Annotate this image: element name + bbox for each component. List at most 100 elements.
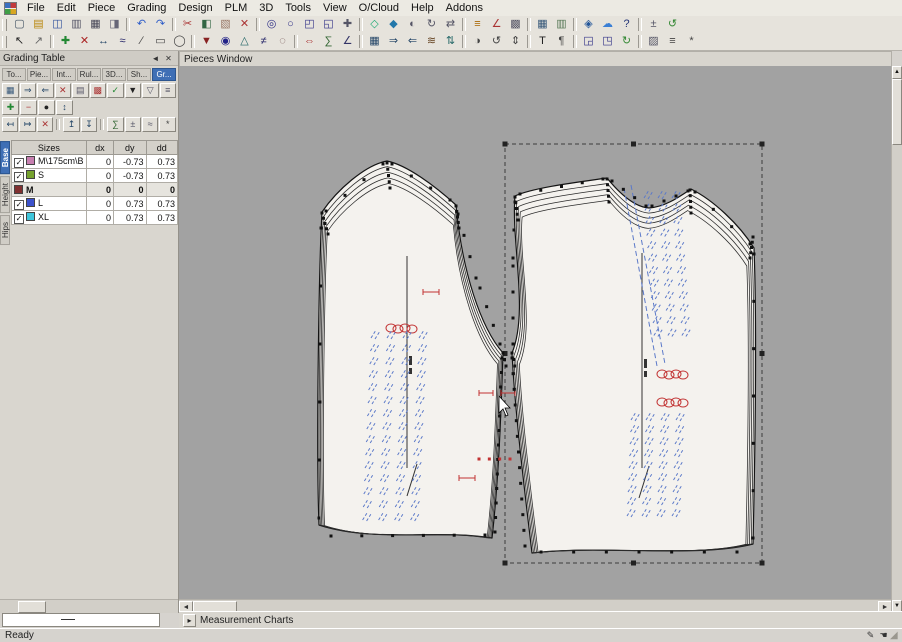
flip-piece-icon[interactable]: ⇄ — [441, 16, 460, 33]
seam-icon[interactable]: ≠ — [254, 33, 273, 50]
canvas-vertical-scrollbar[interactable]: ▲ ▼ — [891, 66, 902, 613]
copy-nest-icon[interactable]: ⇒ — [20, 83, 37, 98]
pan-icon[interactable]: ✚ — [338, 16, 357, 33]
paste-nest-icon[interactable]: ⇐ — [37, 83, 54, 98]
size-row-xl[interactable]: ✓XL00.730.73 — [12, 211, 178, 225]
menu-piece[interactable]: Piece — [82, 1, 122, 16]
line-tool-icon[interactable]: ∕ — [132, 33, 151, 50]
save-icon[interactable]: ◫ — [48, 16, 67, 33]
grade-value-dx[interactable]: 0 — [86, 155, 113, 169]
column-header-dx[interactable]: dx — [86, 141, 113, 155]
perimeter-icon[interactable]: ∑ — [319, 33, 338, 50]
menu-grading[interactable]: Grading — [121, 1, 172, 16]
curve-tool-icon[interactable]: ≈ — [113, 33, 132, 50]
help-icon[interactable]: ? — [617, 16, 636, 33]
delete-point-icon[interactable]: ✕ — [75, 33, 94, 50]
panel-tab-gr[interactable]: Gr... — [152, 68, 176, 81]
grade-value-dd[interactable]: 0.73 — [146, 155, 177, 169]
cut-icon[interactable]: ✂ — [178, 16, 197, 33]
open-file-icon[interactable]: ▤ — [29, 16, 48, 33]
round-values-icon[interactable]: ± — [125, 117, 141, 132]
toolbar-grip[interactable] — [2, 19, 7, 31]
clear-grading-icon[interactable]: ✕ — [55, 83, 72, 98]
paste-grading-icon[interactable]: ⇐ — [403, 33, 422, 50]
undo-icon[interactable]: ↶ — [132, 16, 151, 33]
move-point-icon[interactable]: ↔ — [94, 33, 113, 50]
angle-icon[interactable]: ∠ — [338, 33, 357, 50]
scrollbar-thumb[interactable] — [18, 601, 46, 613]
size-visibility-checkbox[interactable]: ✓ — [14, 158, 24, 168]
grade-value-dy[interactable]: -0.73 — [113, 169, 146, 183]
scrollbar-thumb[interactable] — [892, 79, 902, 145]
text-tool-icon[interactable]: T — [533, 33, 552, 50]
panel-tab-to[interactable]: To... — [2, 68, 26, 81]
delete-grade-icon[interactable]: ✕ — [37, 117, 53, 132]
panel-horizontal-scrollbar[interactable] — [0, 599, 178, 613]
grade-value-dy[interactable]: 0.73 — [113, 211, 146, 225]
size-name-cell[interactable]: M — [12, 183, 87, 197]
zoom-in-icon[interactable]: ◎ — [262, 16, 281, 33]
size-range-icon[interactable]: ↕ — [56, 100, 73, 115]
nest-sizes-icon[interactable]: ≋ — [422, 33, 441, 50]
size-row-l[interactable]: ✓L00.730.73 — [12, 197, 178, 211]
column-header-dy[interactable]: dy — [113, 141, 146, 155]
cloud-icon[interactable]: ☁ — [598, 16, 617, 33]
circle-tool-icon[interactable]: ◯ — [170, 33, 189, 50]
rotate-tool-icon[interactable]: ↺ — [487, 33, 506, 50]
size-visibility-checkbox[interactable]: ✓ — [14, 200, 24, 210]
side-tab-base[interactable]: Base — [0, 141, 10, 174]
pattern-piece-front[interactable] — [512, 178, 756, 553]
3d-window-icon[interactable]: ◈ — [579, 16, 598, 33]
size-list-icon[interactable]: ▦ — [2, 83, 19, 98]
dart-icon[interactable]: △ — [235, 33, 254, 50]
mirror-piece-icon[interactable]: ◐ — [403, 16, 422, 33]
size-name-cell[interactable]: ✓L — [12, 197, 87, 211]
column-header-dd[interactable]: dd — [146, 141, 177, 155]
close-icon[interactable]: ✕ — [162, 52, 175, 65]
menu-file[interactable]: File — [21, 1, 51, 16]
grade-value-dy[interactable]: 0.73 — [113, 197, 146, 211]
grade-value-dx[interactable]: 0 — [86, 197, 113, 211]
refresh-icon[interactable]: ↺ — [663, 16, 682, 33]
rotate-piece-icon[interactable]: ↻ — [422, 16, 441, 33]
new-piece-icon[interactable]: ◇ — [365, 16, 384, 33]
size-name-cell[interactable]: ✓XL — [12, 211, 87, 225]
grade-value-dx[interactable]: 0 — [86, 211, 113, 225]
align-icon[interactable]: ⇕ — [506, 33, 525, 50]
lasso-select-icon[interactable]: ↗ — [29, 33, 48, 50]
annotation-icon[interactable]: ¶ — [552, 33, 571, 50]
walk-pieces-icon[interactable]: ⇅ — [441, 33, 460, 50]
grade-value-dd[interactable]: 0 — [146, 183, 177, 197]
grade-dx-right-icon[interactable]: ↦ — [19, 117, 35, 132]
remove-size-icon[interactable]: − — [20, 100, 37, 115]
collapsed-panel[interactable] — [2, 613, 160, 627]
select-icon[interactable]: ↖ — [10, 33, 29, 50]
more-options-dropdown-icon[interactable]: ▼ — [125, 83, 142, 98]
drill-hole-icon[interactable]: ◉ — [216, 33, 235, 50]
panel-tab-int[interactable]: Int... — [52, 68, 76, 81]
snap-icon[interactable]: ± — [644, 16, 663, 33]
pattern-canvas[interactable] — [179, 66, 892, 600]
menu-3d[interactable]: 3D — [253, 1, 279, 16]
menu-tools[interactable]: Tools — [279, 1, 317, 16]
edit-mode-icon[interactable]: ✎ — [864, 630, 877, 641]
menu-addons[interactable]: Addons — [440, 1, 489, 16]
zoom-fit-icon[interactable]: ◰ — [300, 16, 319, 33]
pattern-piece-back[interactable] — [318, 161, 503, 538]
zoom-previous-icon[interactable]: ◱ — [319, 16, 338, 33]
grid-icon[interactable]: ▩ — [506, 16, 525, 33]
side-tab-height[interactable]: Height — [0, 176, 10, 213]
column-header-sizes[interactable]: Sizes — [12, 141, 87, 155]
copy-grading-icon[interactable]: ⇒ — [384, 33, 403, 50]
measure-distance-icon[interactable]: ⇔ — [300, 33, 319, 50]
size-visibility-checkbox[interactable]: ✓ — [14, 214, 24, 224]
grade-value-dx[interactable]: 0 — [86, 183, 113, 197]
size-chart-icon[interactable]: ▥ — [552, 16, 571, 33]
dock-pin-icon[interactable]: ◄ — [149, 52, 162, 65]
pan-mode-icon[interactable]: ☚ — [877, 630, 890, 641]
grade-dy-down-icon[interactable]: ↧ — [81, 117, 97, 132]
expand-icon[interactable]: ▸ — [183, 614, 196, 627]
delete-icon[interactable]: ✕ — [235, 16, 254, 33]
grading-panel-titlebar[interactable]: Grading Table ◄ ✕ — [0, 51, 178, 66]
proportional-grading-icon[interactable]: ≈ — [142, 117, 158, 132]
